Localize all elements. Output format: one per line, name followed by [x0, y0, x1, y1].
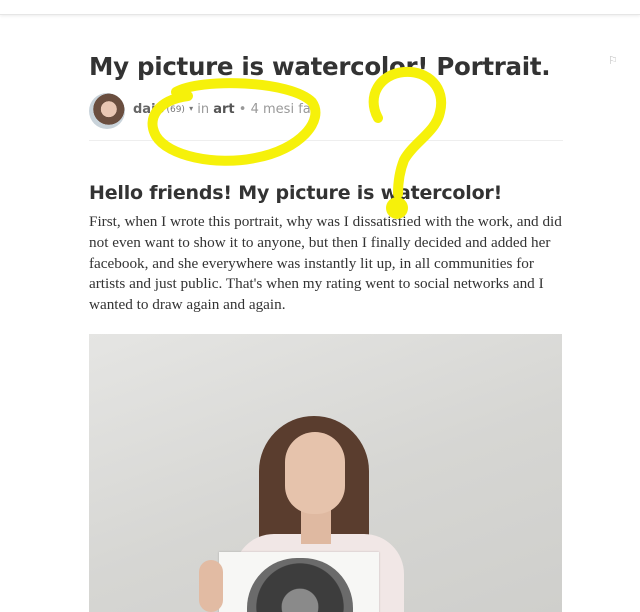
post-meta: daio (69) ▾ in art • 4 mesi fa [133, 102, 311, 117]
top-bar [0, 0, 640, 15]
annotation-question-mark [368, 66, 447, 199]
author-row: daio (69) ▾ in art • 4 mesi fa [89, 92, 569, 129]
in-label: in [197, 102, 210, 117]
meta-separator: • [238, 102, 247, 117]
post-subtitle: Hello friends! My picture is watercolor! [89, 182, 503, 204]
image-face [285, 432, 345, 514]
reputation-badge: (69) [166, 105, 185, 115]
author-link[interactable]: daio [133, 102, 164, 117]
post-title: My picture is watercolor! Portrait. [89, 52, 551, 81]
chevron-down-icon[interactable]: ▾ [189, 104, 193, 113]
post-image [89, 334, 562, 612]
category-link[interactable]: art [213, 102, 234, 117]
post-time: 4 mesi fa [250, 102, 311, 117]
post-body: First, when I wrote this portrait, why w… [89, 213, 562, 314]
avatar[interactable] [89, 93, 125, 129]
flag-icon[interactable]: ⚐ [608, 54, 618, 67]
divider [89, 140, 563, 141]
image-hand [199, 560, 223, 612]
